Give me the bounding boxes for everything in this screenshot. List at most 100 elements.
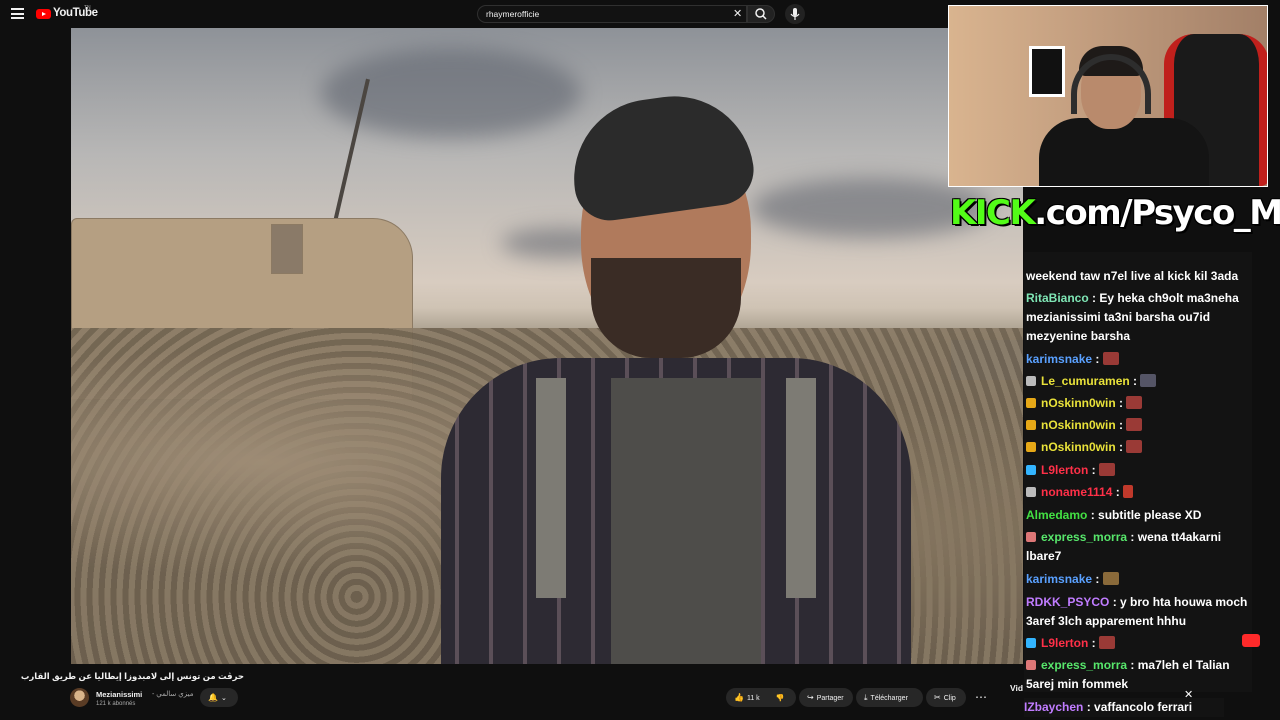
clip-label: Clip <box>943 695 956 702</box>
chat-message: nOskinn0win : <box>1026 438 1250 457</box>
chat-username: nOskinn0win <box>1041 418 1116 432</box>
chat-message: karimsnake : <box>1026 570 1250 589</box>
emote-icon <box>1099 636 1116 649</box>
chat-message: L9lerton : <box>1026 634 1250 653</box>
emote-icon <box>1099 463 1116 476</box>
chat-username: karimsnake <box>1026 352 1093 366</box>
download-label: Télécharger <box>870 695 908 702</box>
chat-username: nOskinn0win <box>1041 396 1116 410</box>
beard <box>591 258 741 358</box>
stone-sign <box>271 224 303 274</box>
chat-message: noname1114 : <box>1026 483 1250 502</box>
badge-icon <box>1026 376 1036 386</box>
streamer-webcam <box>948 5 1268 187</box>
badge-icon <box>1026 660 1036 670</box>
crown-badge-icon <box>1026 398 1036 408</box>
chat-message: weekend taw n7el live al kick kil 3ada <box>1026 267 1250 286</box>
badge-icon <box>1026 487 1036 497</box>
chat-message: nOskinn0win : <box>1026 416 1250 435</box>
chat-username: RDKK_PSYCO <box>1026 595 1110 609</box>
chat-message: karimsnake : <box>1026 350 1250 369</box>
search-input[interactable]: rhaymerofficie ✕ <box>477 5 747 23</box>
chat-text: weekend taw n7el live al kick kil 3ada <box>1026 269 1239 283</box>
chat-username: karimsnake <box>1026 572 1093 586</box>
more-icon[interactable]: ⋯ <box>975 690 987 704</box>
youtube-logo-icon[interactable] <box>36 9 51 19</box>
chevron-down-icon: ⌄ <box>220 695 227 702</box>
chat-message: RitaBianco : Ey heka ch9olt ma3neha mezi… <box>1026 291 1239 343</box>
clear-icon[interactable]: ✕ <box>733 7 742 20</box>
crown-badge-icon <box>1026 420 1036 430</box>
badge-icon <box>1026 532 1036 542</box>
gem-badge-icon <box>1026 465 1036 475</box>
chat-message: IZbaychen : vaffancolo ferrari <box>1024 698 1224 717</box>
videos-label: Vid <box>1010 683 1024 693</box>
youtube-mini-icon[interactable] <box>1242 634 1260 647</box>
presenter <box>441 78 911 664</box>
chat-username: IZbaychen <box>1024 700 1084 714</box>
backpack-strap <box>786 378 816 598</box>
search-icon <box>755 8 767 20</box>
channel-name-arabic: - ميزي سالمي <box>152 691 194 698</box>
mic-icon <box>790 8 800 20</box>
clip-button[interactable]: ✂ Clip <box>926 688 966 707</box>
emote-icon <box>1123 485 1134 498</box>
chat-username: Le_cumuramen <box>1041 374 1130 388</box>
download-button[interactable]: ⤓ Télécharger <box>856 688 923 707</box>
live-chat-overlay: weekend taw n7el live al kick kil 3ada R… <box>1024 252 1252 692</box>
share-button[interactable]: ↪ Partager <box>799 688 853 707</box>
thumbs-down-icon[interactable]: 👎 <box>776 695 785 702</box>
chat-message: Almedamo : subtitle please XD <box>1026 508 1202 522</box>
chat-message: RDKK_PSYCO : y bro hta houwa moch 3aref … <box>1026 595 1248 628</box>
chat-message: Le_cumuramen : <box>1026 372 1250 391</box>
scissors-icon: ✂ <box>934 693 941 702</box>
region-code: TN <box>84 5 91 11</box>
emote-icon <box>1126 440 1143 453</box>
kick-logo-text: KICK <box>950 193 1036 233</box>
search-button[interactable] <box>747 5 775 23</box>
menu-icon[interactable] <box>11 8 24 19</box>
kick-channel-banner: KICK.com/Psyco_M <box>950 193 1280 237</box>
emote-icon <box>1126 418 1143 431</box>
chat-message: express_morra : wena tt4akarni lbare7 <box>1026 530 1222 563</box>
chat-message: express_morra : ma7leh el Talian 5arej m… <box>1026 658 1230 691</box>
share-label: Partager <box>816 695 844 702</box>
chat-username: L9lerton <box>1041 636 1089 650</box>
bell-icon: 🔔 <box>208 693 218 702</box>
webcam-wall-frame <box>1029 46 1065 97</box>
like-count: 11 k <box>746 695 760 702</box>
chat-username: Almedamo <box>1026 508 1088 522</box>
share-icon: ↪ <box>807 693 814 702</box>
subscriber-count: 121 k abonnés <box>96 701 136 707</box>
like-button[interactable]: 👍 11 k 👎 <box>726 688 796 707</box>
mic-button[interactable] <box>785 4 805 24</box>
chat-username: express_morra <box>1041 658 1128 672</box>
chat-username: RitaBianco <box>1026 291 1089 305</box>
emote-icon <box>1102 572 1119 585</box>
chat-username: noname1114 <box>1041 485 1113 499</box>
streamer-body <box>1039 118 1209 186</box>
search-value[interactable]: rhaymerofficie <box>486 9 539 19</box>
emote-icon <box>1102 352 1119 365</box>
thumbs-up-icon: 👍 <box>734 693 744 702</box>
chat-message: L9lerton : <box>1026 461 1250 480</box>
close-icon[interactable]: ✕ <box>1184 688 1193 701</box>
notification-bell-button[interactable]: 🔔 ⌄ <box>200 688 238 707</box>
video-player[interactable] <box>71 28 1023 664</box>
download-icon: ⤓ <box>864 693 868 702</box>
chat-text: vaffancolo ferrari <box>1094 700 1193 714</box>
emote-icon <box>1126 396 1143 409</box>
emote-icon <box>1140 374 1157 387</box>
video-title: حرڨت من تونس إلى لامبدوزا إيطاليا عن طري… <box>20 671 244 681</box>
chat-username: L9lerton <box>1041 463 1089 477</box>
chat-username: nOskinn0win <box>1041 440 1116 454</box>
chat-message: nOskinn0win : <box>1026 394 1250 413</box>
channel-avatar[interactable] <box>70 688 89 707</box>
chat-username: express_morra <box>1041 530 1128 544</box>
chat-text: subtitle please XD <box>1098 508 1202 522</box>
crown-badge-icon <box>1026 442 1036 452</box>
t-shirt <box>611 378 761 664</box>
channel-name[interactable]: Mezianissimi <box>96 690 142 699</box>
gem-badge-icon <box>1026 638 1036 648</box>
backpack-strap <box>536 378 566 598</box>
